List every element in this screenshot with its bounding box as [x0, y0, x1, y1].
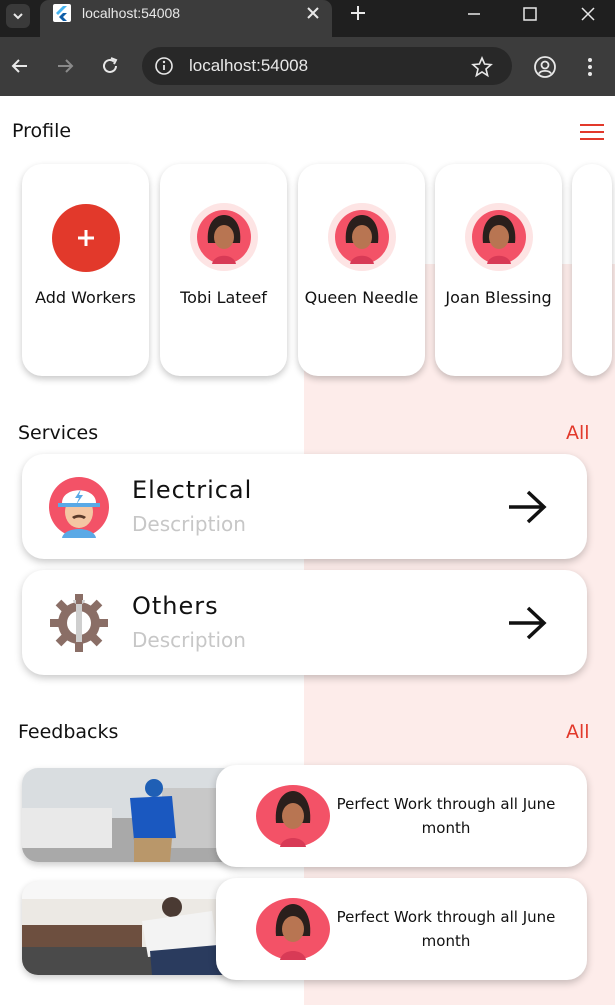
avatar — [465, 203, 533, 271]
services-all-link[interactable]: All — [566, 422, 590, 444]
avatar-icon — [472, 210, 526, 264]
add-workers-card[interactable]: Add Workers — [22, 164, 149, 376]
feedback-text: Perfect Work through all June month — [336, 908, 556, 950]
browser-tab-bar: localhost:54008 — [0, 0, 615, 37]
feedback-text: Perfect Work through all June month — [336, 795, 556, 837]
forward-arrow-icon[interactable] — [54, 55, 76, 77]
profile-icon[interactable] — [533, 55, 557, 79]
gear-wrench-icon — [50, 594, 108, 652]
close-icon[interactable] — [304, 4, 322, 22]
star-icon[interactable] — [471, 56, 493, 78]
back-arrow-icon[interactable] — [9, 55, 31, 77]
feedbacks-all-link[interactable]: All — [566, 721, 590, 743]
feedback-card: Perfect Work through all June month — [216, 765, 587, 867]
kebab-menu-icon[interactable] — [580, 55, 600, 79]
services-title: Services — [18, 422, 99, 444]
avatar-icon — [256, 898, 330, 960]
plus-icon[interactable] — [348, 3, 368, 23]
avatar-icon — [256, 785, 330, 847]
worker-name: Joan Blessing — [445, 288, 552, 307]
reload-icon[interactable] — [99, 55, 121, 77]
add-workers-label: Add Workers — [35, 288, 136, 307]
page-title: Profile — [12, 120, 72, 142]
avatar — [328, 203, 396, 271]
feedback-item[interactable]: Perfect Work through all June month — [22, 878, 587, 980]
worker-card[interactable]: Tobi Lateef — [160, 164, 287, 376]
feedback-card: Perfect Work through all June month — [216, 878, 587, 980]
avatar-icon — [335, 210, 389, 264]
worker-card-partial[interactable] — [572, 164, 612, 376]
service-name: Others — [132, 592, 219, 620]
hamburger-menu-icon[interactable] — [580, 124, 604, 140]
worker-card[interactable]: Queen Needle — [298, 164, 425, 376]
service-description: Description — [132, 512, 246, 536]
minimize-icon[interactable] — [464, 4, 484, 24]
worker-name: Queen Needle — [304, 288, 419, 307]
tab-search-button[interactable] — [6, 4, 30, 28]
arrow-right-icon[interactable] — [506, 488, 548, 526]
plus-icon — [78, 230, 94, 246]
service-description: Description — [132, 628, 246, 652]
feedbacks-title: Feedbacks — [18, 721, 119, 743]
service-card-electrical[interactable]: Electrical Description — [22, 454, 587, 559]
app-page: Profile Add Workers Tobi Lateef Queen Ne… — [0, 96, 615, 1005]
maximize-icon[interactable] — [520, 4, 540, 24]
worker-name: Tobi Lateef — [180, 288, 267, 307]
info-icon[interactable] — [154, 56, 174, 76]
address-text[interactable]: localhost:54008 — [189, 56, 308, 76]
tab-title: localhost:54008 — [82, 5, 181, 21]
service-name: Electrical — [132, 476, 253, 504]
feedback-item[interactable]: Perfect Work through all June month — [22, 765, 587, 867]
flutter-icon — [53, 4, 71, 22]
add-worker-button[interactable] — [52, 204, 120, 272]
avatar-icon — [197, 210, 251, 264]
browser-tab[interactable]: localhost:54008 — [40, 0, 332, 37]
worker-card[interactable]: Joan Blessing — [435, 164, 562, 376]
avatar — [190, 203, 258, 271]
browser-toolbar: localhost:54008 — [0, 37, 615, 96]
electrician-icon — [49, 477, 109, 538]
close-icon[interactable] — [578, 4, 598, 24]
service-card-others[interactable]: Others Description — [22, 570, 587, 675]
arrow-right-icon[interactable] — [506, 604, 548, 642]
chevron-down-icon — [13, 13, 23, 20]
address-bar[interactable]: localhost:54008 — [142, 47, 512, 85]
